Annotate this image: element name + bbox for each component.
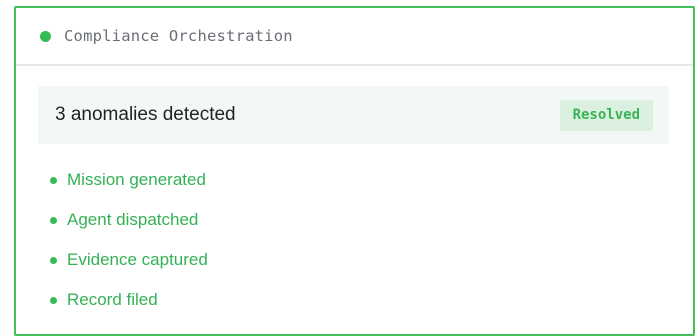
status-dot-icon [40, 30, 51, 42]
status-badge: Resolved [559, 99, 653, 131]
bullet-icon [50, 296, 57, 304]
anomaly-count-text: 3 anomalies detected [55, 104, 236, 125]
step-label: Mission generated [67, 170, 206, 189]
bullet-icon [50, 176, 57, 184]
bullet-icon [50, 216, 57, 224]
panel-title: Compliance Orchestration [64, 27, 293, 45]
bullet-icon [50, 256, 57, 264]
step-label: Agent dispatched [67, 210, 199, 229]
panel-header: Compliance Orchestration [16, 8, 693, 66]
step-list: Mission generated Agent dispatched Evide… [50, 160, 208, 320]
list-item: Record filed [50, 280, 208, 320]
list-item: Mission generated [50, 160, 208, 200]
list-item: Agent dispatched [50, 200, 208, 240]
list-item: Evidence captured [50, 240, 208, 280]
step-label: Evidence captured [67, 250, 208, 269]
anomaly-summary: 3 anomalies detected Resolved [38, 86, 669, 144]
step-label: Record filed [67, 290, 158, 309]
compliance-panel: Compliance Orchestration 3 anomalies det… [14, 6, 695, 336]
